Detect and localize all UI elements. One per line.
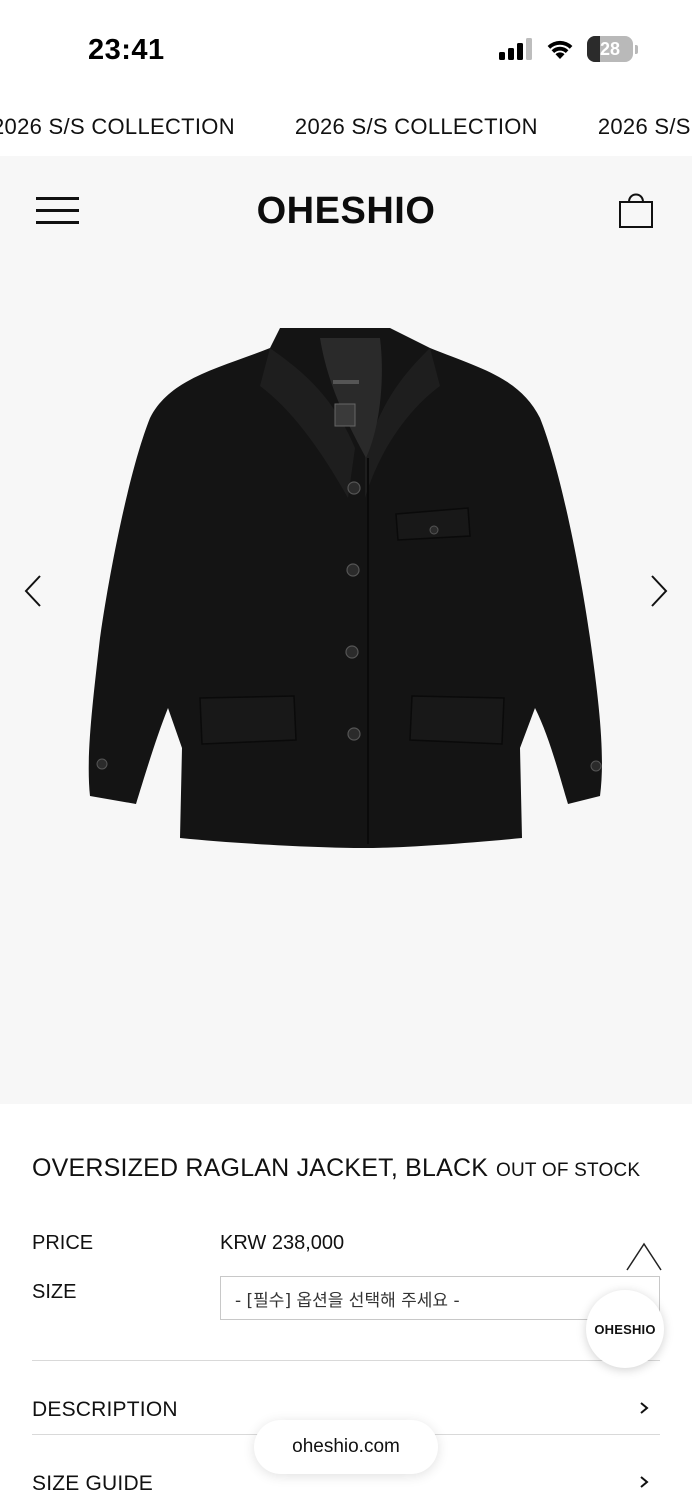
battery-icon: 28 [587,36,633,62]
size-guide-label: SIZE GUIDE [32,1472,154,1495]
size-select-placeholder: - [필수] 옵션을 선택해 주세요 - [235,1290,460,1311]
url-pill[interactable]: oheshio.com [254,1420,438,1474]
battery-level: 28 [599,38,621,59]
price-value: KRW 238,000 [220,1232,345,1254]
wifi-icon [547,40,573,59]
chevron-right-icon [640,1402,649,1414]
chevron-left-icon[interactable] [20,574,50,608]
marquee-item: 2026 S/S C [597,114,692,139]
product-title: OVERSIZED RAGLAN JACKET, BLACK [32,1154,489,1182]
price-label: PRICE [32,1232,94,1254]
shopping-bag-icon[interactable] [618,189,654,229]
chat-badge[interactable]: OHESHIO [586,1290,664,1368]
chevron-right-icon [640,1476,649,1488]
site-header: OHESHIO [0,156,692,268]
marquee-track: 2026 S/S COLLECTION 2026 S/S COLLECTION … [0,114,692,140]
status-time: 23:41 [88,34,165,66]
battery-tip [635,44,638,54]
marquee-item: 2026 S/S COLLECTION [0,114,235,139]
brand-logo[interactable]: OHESHIO [0,190,692,233]
announcement-marquee: 2026 S/S COLLECTION 2026 S/S COLLECTION … [0,100,692,156]
product-image[interactable] [80,308,620,868]
battery-fill [587,36,600,62]
product-gallery [0,268,692,1104]
chevron-up-icon[interactable] [624,1240,664,1274]
marquee-item: 2026 S/S COLLECTION [294,114,538,139]
chevron-right-icon[interactable] [642,574,672,608]
cellular-signal-icon [499,38,532,60]
size-label: SIZE [32,1281,77,1303]
divider [32,1360,660,1361]
status-bar: 23:41 28 [0,0,692,100]
stock-status: OUT OF STOCK [496,1160,641,1181]
status-icons: 28 [499,36,638,62]
description-label: DESCRIPTION [32,1398,178,1421]
